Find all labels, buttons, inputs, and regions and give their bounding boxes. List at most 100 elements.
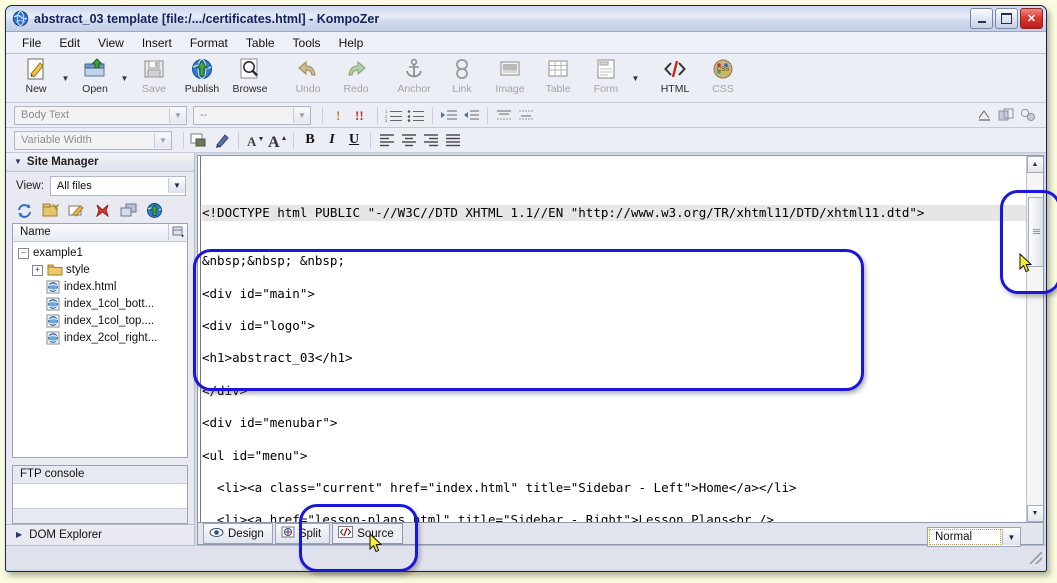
tree-item-example1[interactable]: – example1	[18, 245, 187, 262]
collapse-toggle[interactable]: –	[18, 247, 29, 259]
underline-button[interactable]: U	[343, 130, 365, 151]
close-button[interactable]: ✕	[1020, 8, 1043, 29]
dom-explorer-header[interactable]: ▶ DOM Explorer	[6, 523, 194, 546]
tree-item-label: index_1col_top....	[64, 315, 155, 328]
text-color-swatch[interactable]	[189, 130, 211, 151]
decrease-font-button[interactable]: A	[244, 130, 266, 151]
outdent-button[interactable]	[460, 105, 482, 126]
publish-button[interactable]: Publish	[178, 54, 226, 102]
tab-source[interactable]: Source	[332, 523, 403, 544]
form-button[interactable]: Form	[582, 54, 630, 102]
image-button[interactable]: Image	[486, 54, 534, 102]
save-button[interactable]: Save	[130, 54, 178, 102]
edit-site-icon[interactable]	[67, 201, 86, 220]
refresh-icon[interactable]	[15, 201, 34, 220]
scrollbar-thumb[interactable]	[1027, 197, 1043, 267]
layer-button[interactable]	[996, 105, 1018, 126]
anchor-button[interactable]: Anchor	[390, 54, 438, 102]
column-options-icon[interactable]	[168, 224, 187, 241]
tree-item-style[interactable]: + style	[18, 262, 187, 279]
new-dropdown-arrow[interactable]: ▼	[60, 55, 71, 101]
minimize-button[interactable]	[970, 8, 993, 29]
class-style-select[interactable]: -- ▼	[193, 105, 311, 125]
divider	[183, 131, 184, 149]
view-select[interactable]: All files ▼	[49, 175, 186, 196]
align-left-button[interactable]	[376, 130, 398, 151]
bold-button[interactable]: B	[299, 130, 321, 151]
chevron-down-icon[interactable]: ▼	[1002, 529, 1020, 545]
site-file-tree[interactable]: Name – example1 + style index.html index…	[12, 222, 188, 458]
increase-spacing-button[interactable]	[515, 105, 537, 126]
align-justify-button[interactable]	[442, 130, 464, 151]
menu-item-format[interactable]: Format	[181, 34, 237, 52]
manage-sites-icon[interactable]	[119, 201, 138, 220]
open-folder-icon	[83, 56, 107, 82]
chevron-down-icon[interactable]: ▼	[154, 132, 171, 148]
align-center-button[interactable]	[398, 130, 420, 151]
menu-item-view[interactable]: View	[89, 34, 133, 52]
expand-toggle[interactable]: +	[32, 264, 43, 276]
source-code-text[interactable]: <!DOCTYPE html PUBLIC "-//W3C//DTD XHTML…	[198, 156, 1026, 522]
menu-item-help[interactable]: Help	[330, 34, 373, 52]
tree-item-index-html[interactable]: index.html	[18, 279, 187, 296]
open-dropdown-arrow[interactable]: ▼	[119, 55, 130, 101]
increase-font-button[interactable]: A	[266, 130, 288, 151]
menu-item-insert[interactable]: Insert	[133, 34, 181, 52]
indent-button[interactable]	[438, 105, 460, 126]
delete-site-icon[interactable]	[93, 201, 112, 220]
chevron-down-icon[interactable]: ▼	[293, 107, 310, 123]
html-button[interactable]: HTML	[651, 54, 699, 102]
scrollbar-track[interactable]	[1027, 173, 1043, 505]
form-dropdown-arrow[interactable]: ▼	[630, 55, 641, 101]
emphasis-button[interactable]: !	[328, 105, 350, 126]
open-button[interactable]: Open	[71, 54, 119, 102]
italic-button[interactable]: I	[321, 130, 343, 151]
table-button[interactable]: Table	[534, 54, 582, 102]
tree-item-index-2col-right[interactable]: index_2col_right...	[18, 330, 187, 347]
spellcheck-button[interactable]	[974, 105, 996, 126]
new-site-icon[interactable]	[41, 201, 60, 220]
view-mode-tabs: Design Split Source Normal ▼	[197, 523, 1044, 547]
redo-button[interactable]: Redo	[332, 54, 380, 102]
triangle-down-icon[interactable]: ▼	[14, 157, 22, 166]
chevron-down-icon[interactable]: ▼	[168, 178, 185, 194]
eye-icon	[209, 527, 224, 541]
decrease-spacing-button[interactable]	[493, 105, 515, 126]
new-button[interactable]: New	[12, 54, 60, 102]
positioning-button[interactable]	[1018, 105, 1040, 126]
svg-text:!: !	[336, 108, 340, 123]
scroll-up-button[interactable]: ▲	[1026, 156, 1043, 173]
menu-item-table[interactable]: Table	[237, 34, 284, 52]
resize-grip[interactable]	[1030, 551, 1042, 564]
unordered-list-button[interactable]	[405, 105, 427, 126]
maximize-button[interactable]	[995, 8, 1018, 29]
open-button-label: Open	[82, 83, 108, 95]
highlighter-icon[interactable]	[211, 130, 233, 151]
triangle-right-icon[interactable]: ▶	[16, 530, 22, 539]
css-button[interactable]: CSS CSS	[699, 54, 747, 102]
menu-item-file[interactable]: File	[13, 34, 50, 52]
html-file-icon	[45, 314, 61, 328]
chevron-down-icon[interactable]: ▼	[169, 107, 186, 123]
browse-button[interactable]: Browse	[226, 54, 274, 102]
font-family-select[interactable]: Variable Width ▼	[14, 130, 172, 150]
ordered-list-button[interactable]: 1 2 3	[383, 105, 405, 126]
menu-item-edit[interactable]: Edit	[50, 34, 89, 52]
editor-vertical-scrollbar[interactable]: ▲ ▼	[1026, 156, 1043, 522]
tab-design[interactable]: Design	[203, 523, 273, 544]
zoom-level-select[interactable]: Normal ▼	[927, 527, 1021, 547]
site-manager-header[interactable]: ▼ Site Manager	[6, 153, 194, 172]
undo-button[interactable]: Undo	[284, 54, 332, 102]
link-button[interactable]: Link	[438, 54, 486, 102]
tree-item-index-1col-top[interactable]: index_1col_top....	[18, 313, 187, 330]
menu-item-tools[interactable]: Tools	[284, 34, 330, 52]
strong-button[interactable]: !!	[350, 105, 372, 126]
magnifier-icon	[238, 56, 262, 82]
publish-site-icon[interactable]	[145, 201, 164, 220]
scroll-down-button[interactable]: ▼	[1026, 505, 1043, 522]
align-right-button[interactable]	[420, 130, 442, 151]
tree-item-index-1col-bottom[interactable]: index_1col_bott...	[18, 296, 187, 313]
paragraph-style-select[interactable]: Body Text ▼	[14, 105, 187, 125]
tab-split[interactable]: Split	[274, 523, 331, 544]
source-editor[interactable]: <!DOCTYPE html PUBLIC "-//W3C//DTD XHTML…	[197, 155, 1044, 523]
